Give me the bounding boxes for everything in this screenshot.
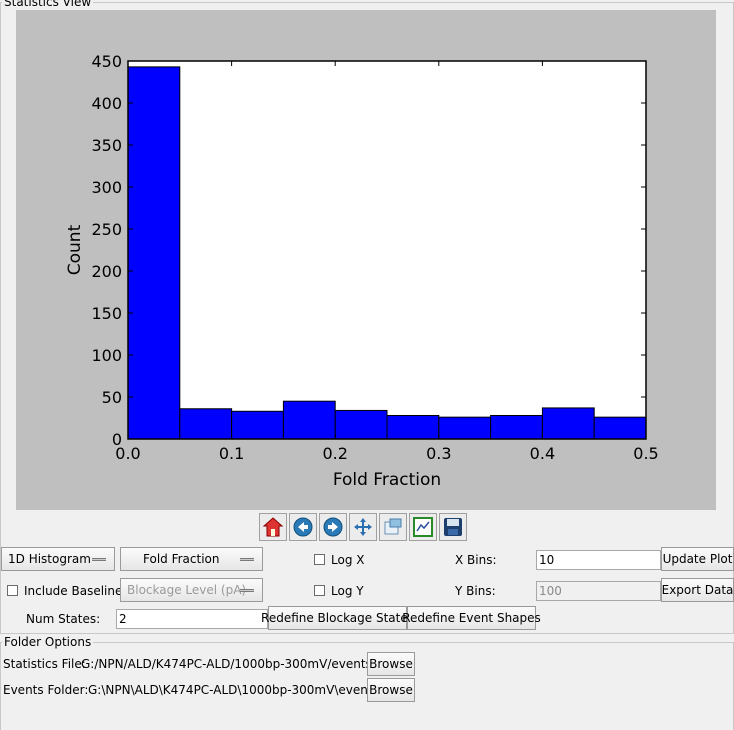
- subplots-button[interactable]: [409, 513, 437, 541]
- histogram-bar: [282, 400, 336, 440]
- pan-icon: [354, 518, 372, 536]
- x-bins-input[interactable]: 10: [536, 550, 661, 570]
- y-tick-label: 400: [91, 94, 122, 113]
- forward-icon: [323, 517, 343, 537]
- histogram-bar: [334, 409, 388, 440]
- x-tick-label: 0.2: [322, 444, 347, 463]
- save-icon: [444, 518, 462, 536]
- events-folder-browse-button[interactable]: Browse: [367, 678, 415, 702]
- histogram-bar: [438, 416, 492, 440]
- x-tick-label: 0.4: [530, 444, 555, 463]
- include-baseline-checkbox[interactable]: [7, 585, 18, 596]
- histogram-bar: [593, 416, 647, 440]
- home-icon: [262, 517, 284, 537]
- histogram-bar: [490, 414, 543, 440]
- menu-indicator-icon: [240, 558, 254, 561]
- y-tick-label: 0: [112, 430, 122, 449]
- num-states-input[interactable]: 2: [116, 609, 268, 629]
- menu-indicator-icon: [240, 589, 254, 592]
- forward-button[interactable]: [319, 513, 347, 541]
- histogram-bar: [179, 408, 233, 440]
- y-bins-label: Y Bins:: [455, 584, 496, 598]
- log-y-label: Log Y: [331, 584, 364, 598]
- statistics-file-label: Statistics File:: [3, 657, 86, 671]
- x-tick-label: 0.3: [426, 444, 451, 463]
- y-tick-label: 50: [102, 388, 122, 407]
- zoom-button[interactable]: [379, 513, 407, 541]
- y-tick-label: 150: [91, 304, 122, 323]
- back-button[interactable]: [289, 513, 317, 541]
- x-tick-label: 0.5: [633, 444, 658, 463]
- x-axis-label: Fold Fraction: [333, 470, 441, 490]
- y-tick-label: 200: [91, 262, 122, 281]
- y-variable-value: Blockage Level (pA): [127, 583, 247, 597]
- folder-options-title: Folder Options: [2, 635, 94, 649]
- y-tick-label: 100: [91, 346, 122, 365]
- y-tick-label: 450: [91, 52, 122, 71]
- zoom-icon: [384, 518, 402, 535]
- events-folder-path: G:\NPN\ALD\K474PC-ALD\1000bp-300mV\event…: [88, 683, 383, 697]
- y-axis-label: Count: [65, 224, 85, 275]
- log-y-checkbox[interactable]: [314, 585, 325, 596]
- log-x-checkbox[interactable]: [314, 554, 325, 565]
- include-baseline-label: Include Baseline: [24, 584, 123, 598]
- x-variable-menu[interactable]: Fold Fraction: [120, 547, 263, 571]
- save-button[interactable]: [439, 513, 467, 541]
- subplots-icon: [413, 517, 433, 537]
- x-tick-label: 0.1: [219, 444, 244, 463]
- plot-type-value: 1D Histogram: [8, 552, 91, 566]
- redefine-event-shapes-button[interactable]: Redefine Event Shapes: [402, 606, 541, 630]
- update-plot-button[interactable]: Update Plot: [661, 547, 734, 571]
- pan-button[interactable]: [349, 513, 377, 541]
- statistics-file-browse-button[interactable]: Browse: [367, 652, 415, 676]
- plot-area: [128, 61, 646, 439]
- back-icon: [293, 517, 313, 537]
- x-variable-value: Fold Fraction: [143, 552, 220, 566]
- plot-type-menu[interactable]: 1D Histogram: [1, 547, 115, 571]
- y-variable-menu[interactable]: Blockage Level (pA): [120, 578, 263, 602]
- plot-canvas[interactable]: 0.0 0.1 0.2 0.3 0.4 0.5 0 50 100 150 200 250 300 350 4…: [16, 10, 716, 510]
- x-bins-label: X Bins:: [455, 553, 497, 567]
- histogram-bar: [386, 414, 440, 440]
- statistics-file-path: G:/NPN/ALD/K474PC-ALD/1000bp-300mV/event…: [81, 657, 396, 671]
- histogram-bar: [127, 66, 181, 440]
- menu-indicator-icon: [92, 558, 106, 561]
- histogram-bar: [231, 410, 284, 440]
- histogram-chart: 0.0 0.1 0.2 0.3 0.4 0.50501001502002503003504…: [65, 52, 659, 490]
- histogram-bar: [541, 407, 595, 440]
- log-x-label: Log X: [331, 553, 365, 567]
- statistics-view-title: Statistics View: [2, 0, 94, 9]
- y-tick-label: 250: [91, 220, 122, 239]
- y-bins-input[interactable]: 100: [536, 581, 661, 601]
- y-tick-label: 350: [91, 136, 122, 155]
- y-tick-label: 300: [91, 178, 122, 197]
- home-button[interactable]: [259, 513, 287, 541]
- export-data-button[interactable]: Export Data: [661, 578, 734, 602]
- events-folder-label: Events Folder:: [3, 683, 89, 697]
- num-states-label: Num States:: [26, 612, 101, 626]
- redefine-blockage-states-button[interactable]: Redefine Blockage States: [261, 606, 414, 630]
